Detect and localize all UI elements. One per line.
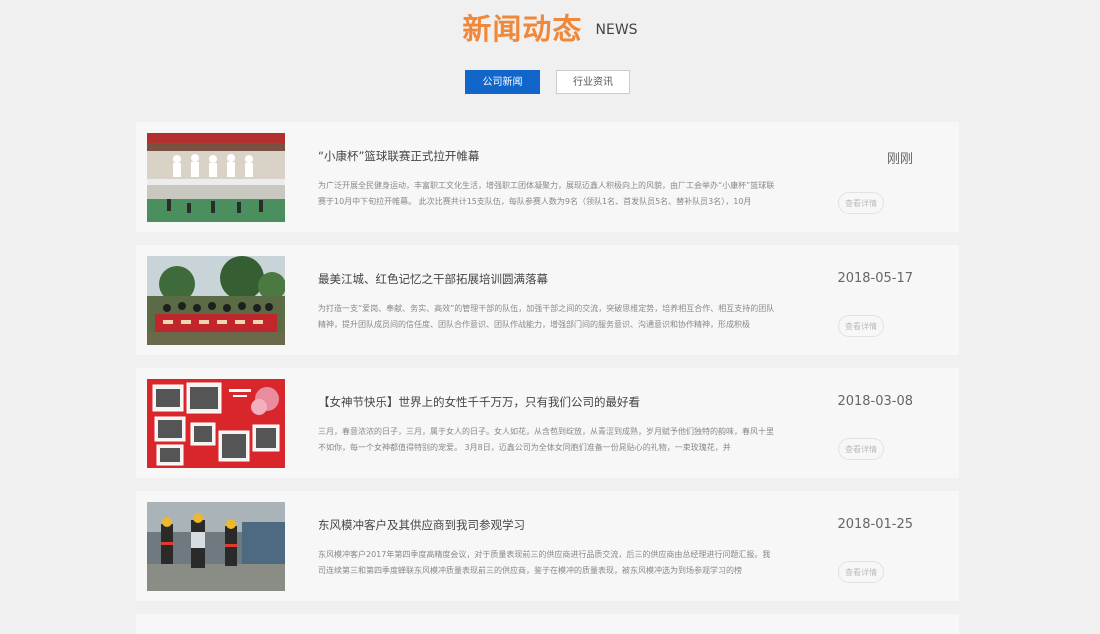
news-thumbnail[interactable] [147, 502, 285, 591]
section-header: 新闻动态 NEWS [0, 6, 1100, 48]
news-title[interactable]: 【女神节快乐】世界上的女性千千万万，只有我们公司的最好看 [318, 394, 640, 410]
news-excerpt: 三月，春意浓浓的日子，三月，属于女人的日子。女人如花，从含苞到绽放，从青涩到成熟… [318, 427, 774, 452]
tab-company-news[interactable]: 公司新闻 [465, 70, 540, 94]
view-details-button[interactable]: 查看详情 [838, 315, 884, 337]
news-excerpt: 为打造一支“爱岗、奉献、务实、高效”的管理干部的队伍，加强干部之间的交流，突破思… [318, 304, 775, 329]
tab-industry-news[interactable]: 行业资讯 [556, 70, 630, 94]
news-date: 2018-05-17 [837, 271, 913, 286]
view-details-button[interactable]: 查看详情 [838, 438, 884, 460]
view-details-button[interactable]: 查看详情 [838, 192, 884, 214]
page-subtitle: NEWS [595, 22, 638, 38]
news-item[interactable]: “小康杯”篮球联赛正式拉开帷幕 为广泛开展全民健身运动，丰富职工文化生活，增强职… [136, 122, 959, 232]
news-item[interactable] [136, 614, 959, 634]
news-list: “小康杯”篮球联赛正式拉开帷幕 为广泛开展全民健身运动，丰富职工文化生活，增强职… [136, 122, 959, 634]
page-title: 新闻动态 [462, 12, 583, 46]
news-item[interactable]: 东风模冲客户及其供应商到我司参观学习 东风模冲客户2017年第四季度高精度会议，… [136, 491, 959, 601]
news-thumbnail[interactable] [147, 133, 285, 222]
news-title[interactable]: “小康杯”篮球联赛正式拉开帷幕 [318, 148, 479, 164]
news-excerpt: 为广泛开展全民健身运动，丰富职工文化生活，增强职工团体凝聚力，展现迈鑫人积极向上… [318, 181, 775, 206]
news-title[interactable]: 最美江城、红色记忆之干部拓展培训圆满落幕 [318, 271, 548, 287]
news-date: 刚刚 [886, 152, 913, 167]
news-item[interactable]: 最美江城、红色记忆之干部拓展培训圆满落幕 为打造一支“爱岗、奉献、务实、高效”的… [136, 245, 959, 355]
view-details-button[interactable]: 查看详情 [838, 561, 884, 583]
news-thumbnail[interactable] [147, 379, 285, 468]
news-excerpt: 东风模冲客户2017年第四季度高精度会议，对于质量表现前三的供应商进行品质交流，… [318, 550, 771, 575]
news-thumbnail[interactable] [147, 256, 285, 345]
news-date: 2018-01-25 [837, 517, 913, 532]
news-title[interactable]: 东风模冲客户及其供应商到我司参观学习 [318, 517, 525, 533]
news-item[interactable]: 【女神节快乐】世界上的女性千千万万，只有我们公司的最好看 三月，春意浓浓的日子，… [136, 368, 959, 478]
news-tabs: 公司新闻 行业资讯 [465, 70, 630, 94]
news-date: 2018-03-08 [837, 394, 913, 409]
